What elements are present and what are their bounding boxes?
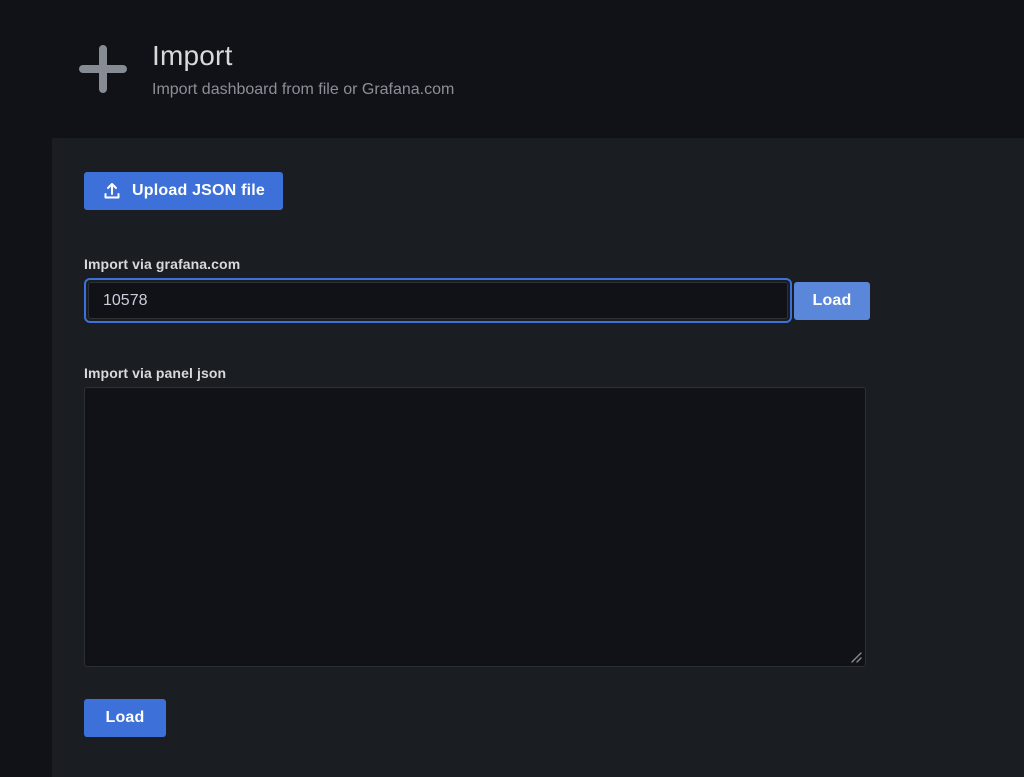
upload-json-file-button[interactable]: Upload JSON file xyxy=(84,172,283,210)
panel-json-textarea-wrap xyxy=(84,387,866,667)
import-content-panel: Upload JSON file Import via grafana.com … xyxy=(52,138,1024,777)
gcom-input-focus-ring xyxy=(84,278,792,323)
header-titles: Import Import dashboard from file or Gra… xyxy=(152,39,454,100)
gcom-dashboard-id-input[interactable] xyxy=(88,282,788,319)
upload-icon xyxy=(102,181,122,201)
panel-json-field-label: Import via panel json xyxy=(84,365,992,381)
plus-icon xyxy=(78,44,128,94)
page-header: Import Import dashboard from file or Gra… xyxy=(0,0,1024,98)
gcom-field-label: Import via grafana.com xyxy=(84,256,992,272)
gcom-load-button[interactable]: Load xyxy=(794,282,870,320)
gcom-row: Load xyxy=(84,278,992,323)
panel-json-textarea[interactable] xyxy=(84,387,866,667)
page-title: Import xyxy=(152,39,454,73)
upload-json-file-label: Upload JSON file xyxy=(132,182,265,200)
page-subtitle: Import dashboard from file or Grafana.co… xyxy=(152,80,454,99)
panel-json-load-button[interactable]: Load xyxy=(84,699,166,737)
panel-json-group: Import via panel json xyxy=(84,365,992,667)
